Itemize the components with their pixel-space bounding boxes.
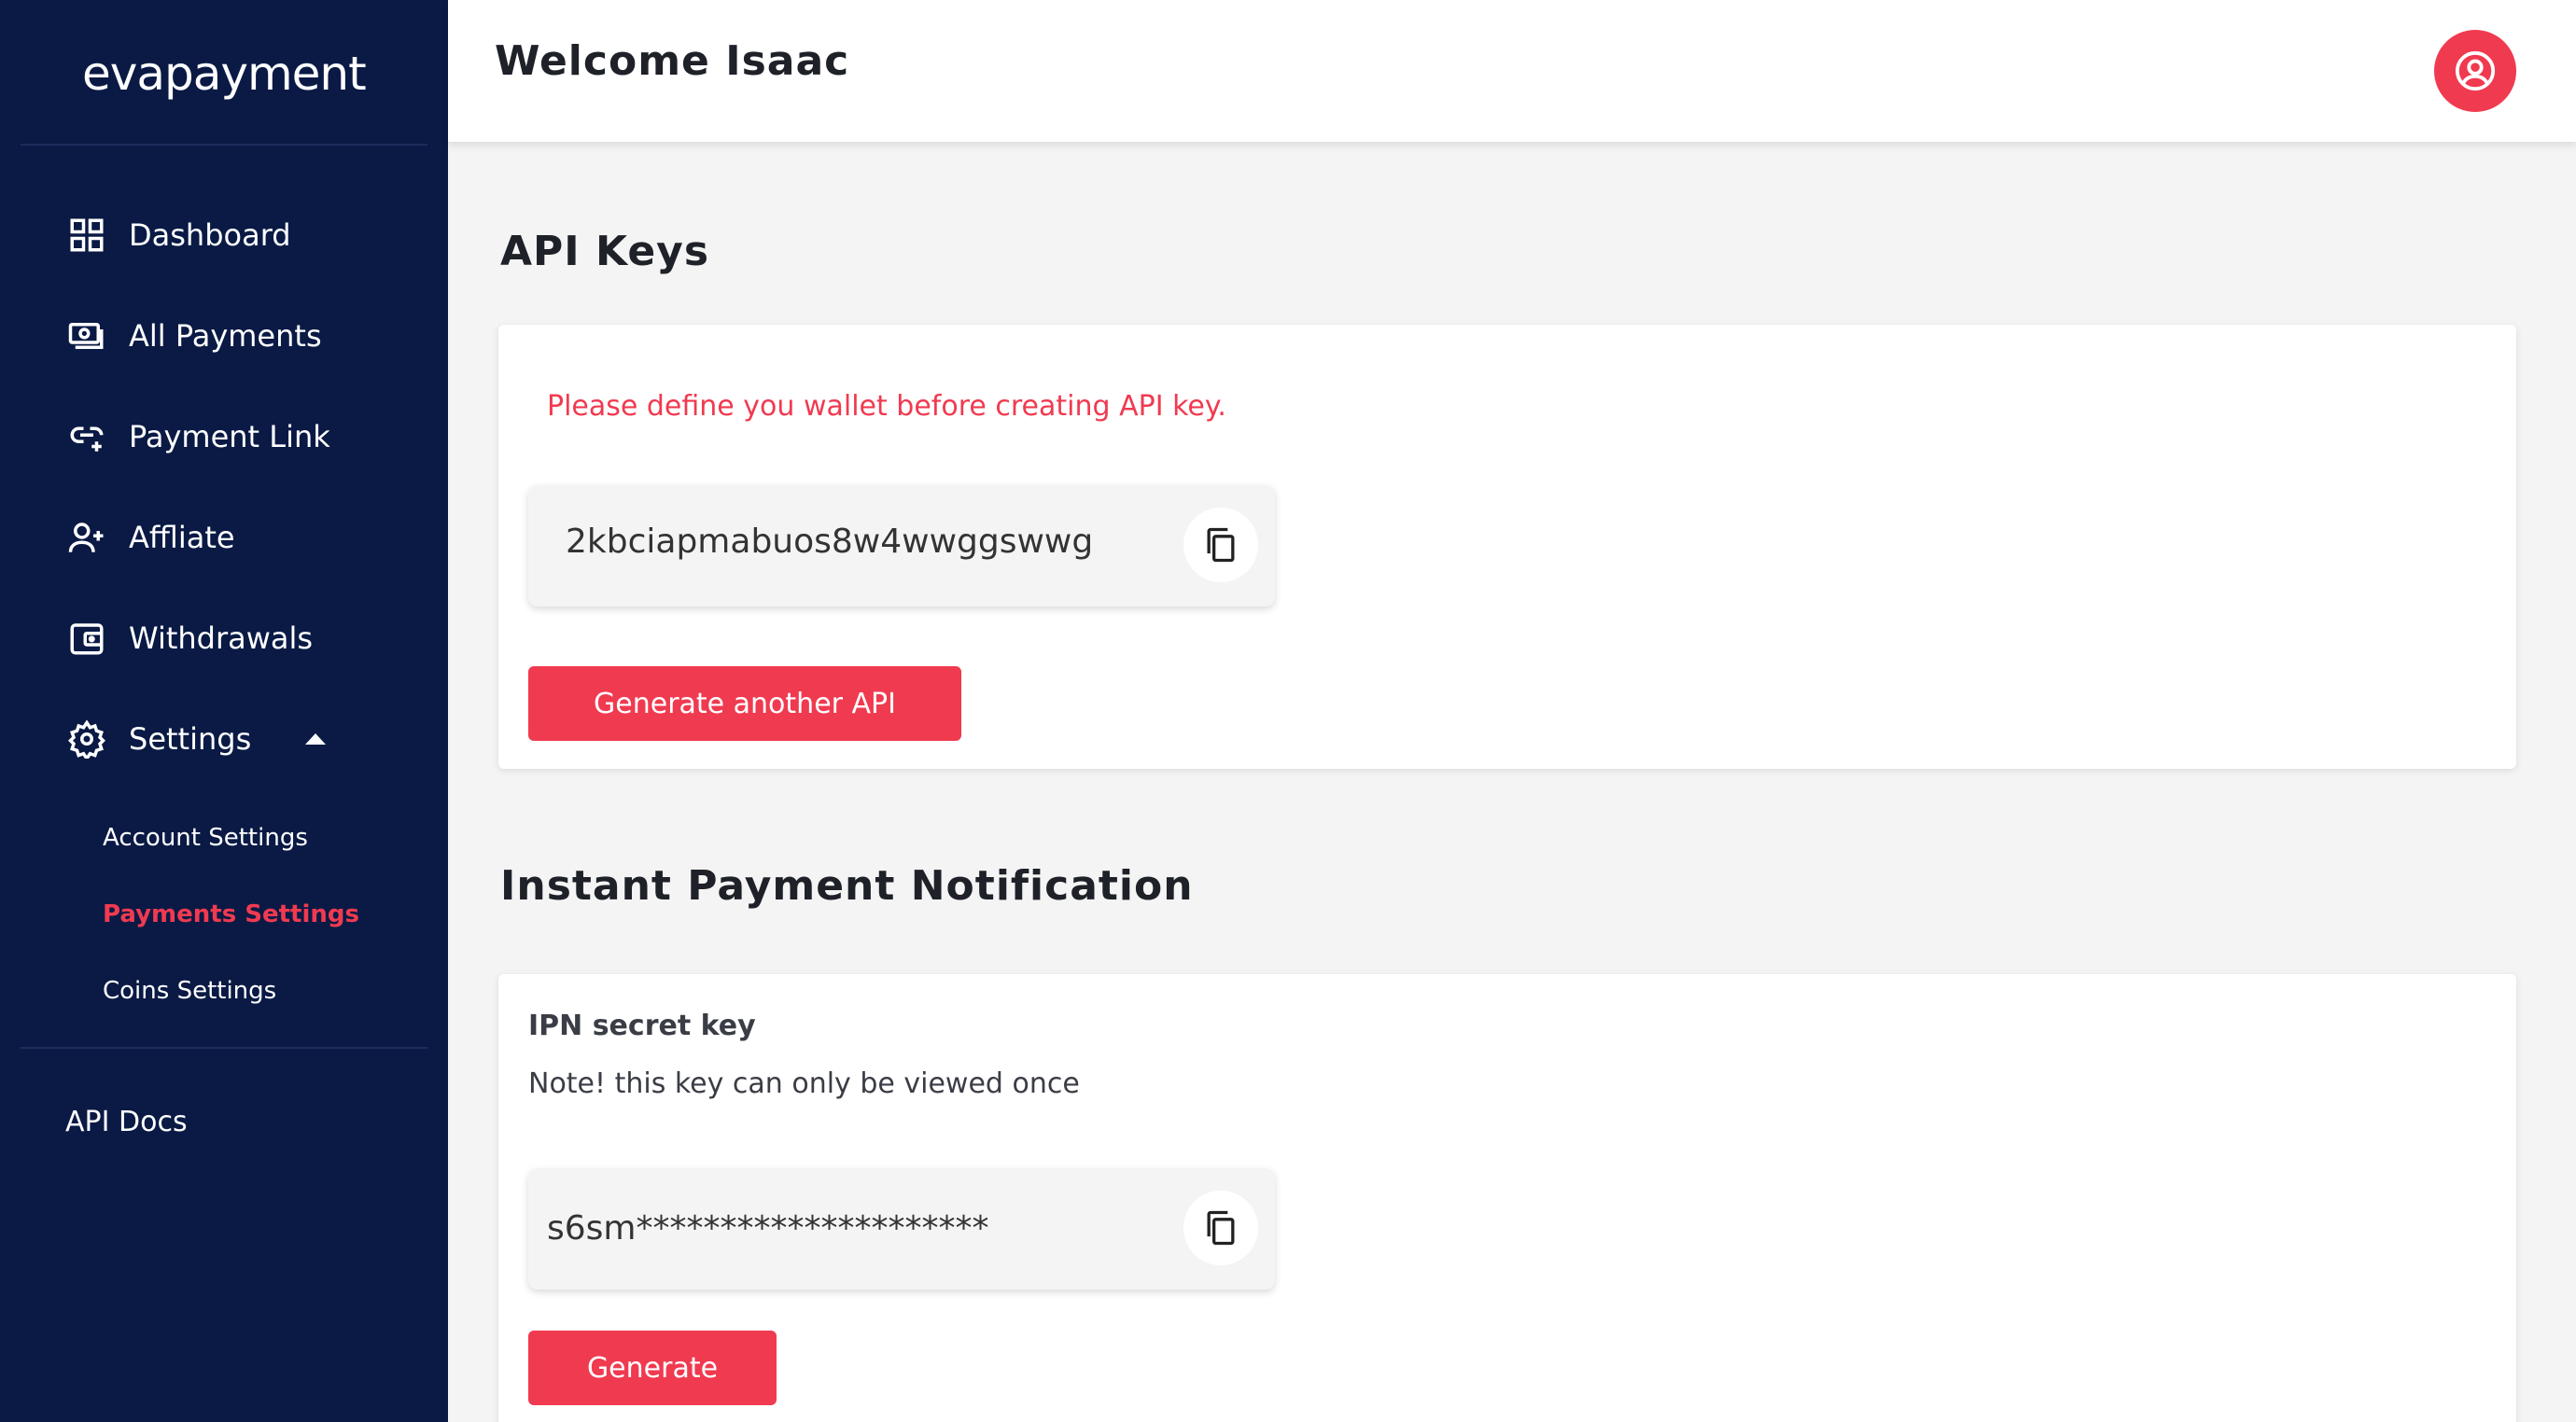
generate-another-api-button[interactable]: Generate another API [528,666,961,741]
sidebar-item-payment-link[interactable]: Payment Link [65,409,330,465]
api-key-value[interactable]: 2kbciapmabuos8w4wwggswwg [566,523,1093,561]
ipn-title: Instant Payment Notification [500,862,1194,910]
ipn-note: Note! this key can only be viewed once [528,1067,1080,1100]
api-keys-card: Please define you wallet before creating… [498,325,2516,769]
ipn-secret-key-label: IPN secret key [528,1010,756,1042]
chevron-up-icon[interactable] [305,733,327,745]
sidebar-item-label: Settings [129,721,252,757]
copy-ipn-key-button[interactable] [1183,1191,1258,1265]
ipn-key-box: s6sm********************* [528,1168,1275,1290]
sidebar-item-label: Payment Link [129,419,330,454]
api-key-box: 2kbciapmabuos8w4wwggswwg [528,485,1275,606]
sidebar-item-label: API Docs [65,1105,188,1138]
app-root: evapayment Dashboard All Payments Paymen… [0,0,2576,1422]
brand-logo[interactable]: evapayment [82,41,367,106]
top-header: Welcome Isaac [448,0,2576,142]
ipn-key-value[interactable]: s6sm********************* [547,1209,988,1248]
user-menu-button[interactable] [2434,30,2516,112]
sidebar: evapayment Dashboard All Payments Paymen… [0,0,448,1422]
user-circle-icon [2455,50,2496,91]
gear-icon [65,718,108,760]
sidebar-item-affliate[interactable]: Affliate [65,509,235,565]
sidebar-item-label: Affliate [129,520,235,555]
logo-text: evapayment [82,47,367,101]
sidebar-item-withdrawals[interactable]: Withdrawals [65,610,313,666]
wallet-icon [65,617,108,660]
sidebar-divider-top [21,144,427,146]
grid-icon [65,214,108,257]
copy-icon [1207,1210,1235,1246]
sidebar-item-label: All Payments [129,318,322,354]
cash-icon [65,314,108,357]
ipn-card: IPN secret key Note! this key can only b… [498,974,2516,1422]
copy-api-key-button[interactable] [1183,508,1258,582]
sidebar-subitem-label: Account Settings [103,824,308,852]
generate-ipn-button[interactable]: Generate [528,1331,777,1405]
sidebar-item-settings[interactable]: Settings [65,711,327,767]
api-keys-title: API Keys [500,228,710,275]
sidebar-item-label: Dashboard [129,217,291,253]
sidebar-subitem-label: Payments Settings [103,900,359,928]
sidebar-item-dashboard[interactable]: Dashboard [65,207,291,263]
welcome-title: Welcome Isaac [495,37,850,85]
sidebar-item-all-payments[interactable]: All Payments [65,308,322,364]
wallet-warning-message: Please define you wallet before creating… [547,390,1226,423]
sidebar-item-api-docs[interactable]: API Docs [65,1099,188,1144]
copy-icon [1207,527,1235,563]
sidebar-subitem-payments-settings[interactable]: Payments Settings [103,894,359,935]
sidebar-subitem-account-settings[interactable]: Account Settings [103,817,308,858]
sidebar-subitem-coins-settings[interactable]: Coins Settings [103,970,276,1011]
sidebar-item-label: Withdrawals [129,620,314,656]
sidebar-divider-bottom [21,1047,427,1049]
link-icon [65,415,108,458]
sidebar-subitem-label: Coins Settings [103,977,277,1005]
user-plus-icon [65,516,108,559]
